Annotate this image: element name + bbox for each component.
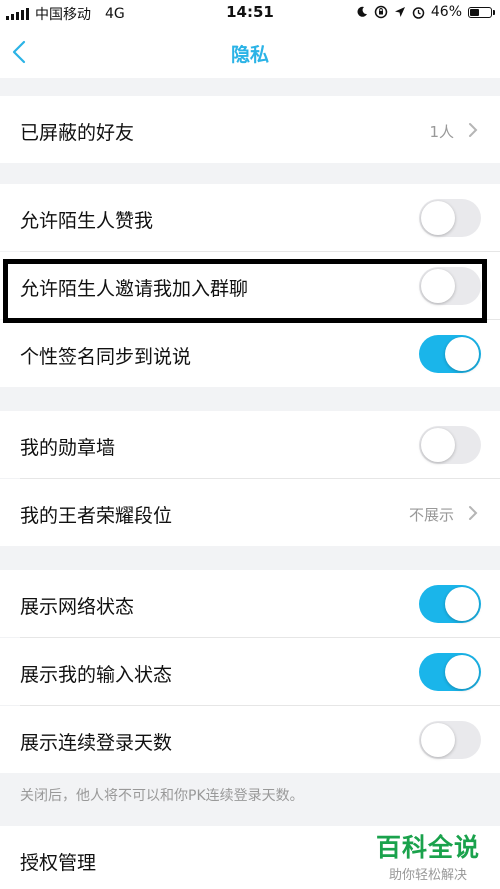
status-bar: 中国移动 4G 14:51 46% xyxy=(0,0,500,26)
row-label: 我的王者荣耀段位 xyxy=(20,505,173,527)
toggle-knob xyxy=(421,723,455,757)
toggle-knob xyxy=(421,428,455,462)
rotation-lock-icon xyxy=(374,5,388,19)
row-medal-wall: 我的勋章墙 xyxy=(0,411,500,478)
battery-percent: 46% xyxy=(430,4,462,20)
row-honor-of-kings-rank[interactable]: 我的王者荣耀段位 不展示 xyxy=(0,479,500,546)
row-label: 允许陌生人赞我 xyxy=(20,210,154,232)
row-label: 授权管理 xyxy=(20,852,97,874)
row-typing-status: 展示我的输入状态 xyxy=(0,638,500,705)
toggle-knob xyxy=(445,655,479,689)
medal-wall-toggle[interactable] xyxy=(419,426,481,464)
row-network-status: 展示网络状态 xyxy=(0,570,500,637)
row-signature-sync: 个性签名同步到说说 xyxy=(0,320,500,387)
row-label: 展示网络状态 xyxy=(20,596,135,618)
moon-icon xyxy=(357,6,367,17)
row-value: 1人 xyxy=(429,123,454,141)
toggle-knob xyxy=(445,337,479,371)
row-login-days: 展示连续登录天数 xyxy=(0,706,500,773)
chevron-right-icon xyxy=(469,123,478,137)
login-days-toggle[interactable] xyxy=(419,721,481,759)
row-label: 已屏蔽的好友 xyxy=(20,122,135,144)
page-title: 隐私 xyxy=(230,44,269,66)
row-label: 展示连续登录天数 xyxy=(20,732,173,754)
signature-sync-toggle[interactable] xyxy=(419,335,481,373)
watermark-subtitle: 助你轻松解决 xyxy=(388,868,467,883)
row-value: 不展示 xyxy=(408,506,454,524)
watermark-title: 百科全说 xyxy=(375,833,480,862)
highlight-box xyxy=(3,259,487,323)
navigation-bar: 隐私 xyxy=(0,26,500,78)
alarm-icon xyxy=(412,6,425,19)
battery-icon xyxy=(468,6,495,18)
row-blocked-friends[interactable]: 已屏蔽的好友 1人 xyxy=(0,96,500,163)
row-label: 我的勋章墙 xyxy=(20,437,116,459)
toggle-knob xyxy=(445,587,479,621)
row-stranger-like: 允许陌生人赞我 xyxy=(0,184,500,251)
location-icon xyxy=(394,7,405,17)
status-right: 46% xyxy=(356,4,495,20)
toggle-knob xyxy=(421,201,455,235)
row-label: 个性签名同步到说说 xyxy=(20,346,192,368)
stranger-like-toggle[interactable] xyxy=(419,199,481,237)
chevron-right-icon xyxy=(469,506,478,520)
watermark: 百科全说 助你轻松解决 xyxy=(368,826,488,886)
footnote-text: 关闭后，他人将不可以和你PK连续登录天数。 xyxy=(20,788,304,804)
typing-status-toggle[interactable] xyxy=(419,653,481,691)
row-label: 展示我的输入状态 xyxy=(20,664,173,686)
network-status-toggle[interactable] xyxy=(419,585,481,623)
